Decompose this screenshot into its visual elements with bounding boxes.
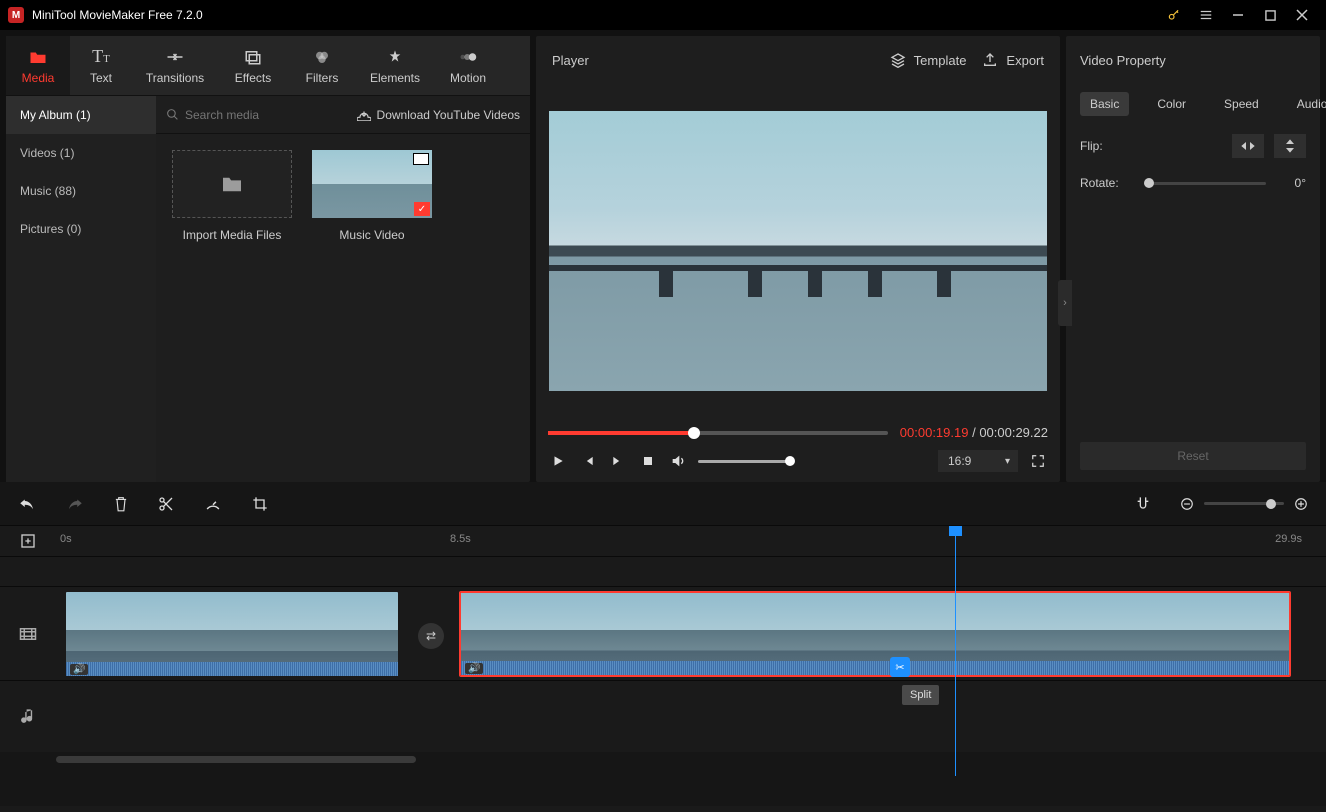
redo-button[interactable] (66, 496, 84, 512)
album-item-pictures[interactable]: Pictures (0) (6, 210, 156, 248)
tab-basic[interactable]: Basic (1080, 92, 1129, 116)
player-title: Player (552, 53, 589, 68)
tab-audio[interactable]: Audio (1287, 92, 1326, 116)
player-panel: Player Template Export (536, 36, 1060, 482)
timeline-panel: 0s 8.5s 29.9s 🔊 ⇄ 🔊 ✂ Split (0, 482, 1326, 806)
speed-button[interactable] (204, 496, 222, 512)
reset-button[interactable]: Reset (1080, 442, 1306, 470)
folder-icon (29, 47, 47, 67)
clip-thumbnail: ✓ (312, 150, 432, 218)
rotate-label: Rotate: (1080, 176, 1134, 190)
flip-horizontal-button[interactable] (1232, 134, 1264, 158)
tab-elements[interactable]: Elements (356, 36, 434, 95)
tab-effects[interactable]: Effects (218, 36, 288, 95)
stack-icon (890, 52, 906, 68)
zoom-slider[interactable] (1204, 502, 1284, 505)
rotate-slider[interactable] (1144, 182, 1266, 185)
maximize-button[interactable] (1254, 0, 1286, 30)
transitions-icon (166, 47, 184, 67)
video-preview[interactable] (549, 111, 1047, 391)
speaker-icon: 🔊 (70, 664, 88, 675)
property-panel: Video Property Basic Color Speed Audio F… (1066, 36, 1320, 482)
playhead[interactable] (955, 526, 956, 776)
video-track-icon (0, 587, 56, 680)
split-button[interactable] (158, 496, 174, 512)
album-sidebar: My Album (1) Videos (1) Music (88) Pictu… (6, 96, 156, 482)
media-panel: Media TT Text Transitions Effects Filter… (6, 36, 530, 482)
crop-button[interactable] (252, 496, 268, 512)
property-header: Video Property (1066, 36, 1320, 84)
time-ruler[interactable]: 0s 8.5s 29.9s (56, 526, 1326, 556)
folder-plus-icon (172, 150, 292, 218)
audio-track-body[interactable] (56, 681, 1326, 752)
next-frame-button[interactable] (608, 451, 628, 471)
album-item-myalbum[interactable]: My Album (1) (6, 96, 156, 134)
undo-button[interactable] (18, 496, 36, 512)
elements-icon (387, 47, 403, 67)
titlebar: M MiniTool MovieMaker Free 7.2.0 (0, 0, 1326, 30)
import-media-card[interactable]: Import Media Files (172, 150, 292, 242)
aspect-ratio-select[interactable]: 16:9 (938, 450, 1018, 472)
volume-icon[interactable] (668, 451, 688, 471)
text-icon: TT (92, 47, 110, 67)
close-button[interactable] (1286, 0, 1318, 30)
checkmark-icon: ✓ (414, 202, 430, 216)
prev-frame-button[interactable] (578, 451, 598, 471)
menu-icon[interactable] (1190, 0, 1222, 30)
search-icon (166, 108, 179, 121)
tab-motion[interactable]: Motion (434, 36, 502, 95)
collapse-property-button[interactable]: › (1058, 280, 1072, 326)
zoom-out-button[interactable] (1180, 497, 1194, 511)
tab-speed[interactable]: Speed (1214, 92, 1269, 116)
download-icon (357, 109, 371, 121)
fullscreen-button[interactable] (1028, 451, 1048, 471)
add-track-button[interactable] (0, 533, 56, 549)
download-youtube-button[interactable]: Download YouTube Videos (357, 108, 520, 122)
main-tabs: Media TT Text Transitions Effects Filter… (6, 36, 530, 96)
album-item-music[interactable]: Music (88) (6, 172, 156, 210)
flip-vertical-button[interactable] (1274, 134, 1306, 158)
delete-button[interactable] (114, 496, 128, 512)
effects-icon (244, 47, 262, 67)
stop-button[interactable] (638, 451, 658, 471)
flip-label: Flip: (1080, 139, 1134, 153)
video-badge-icon (413, 153, 429, 165)
export-button[interactable]: Export (982, 52, 1044, 68)
tab-filters[interactable]: Filters (288, 36, 356, 95)
play-button[interactable] (548, 451, 568, 471)
snap-icon[interactable] (1136, 496, 1150, 512)
timecode: 00:00:19.19 / 00:00:29.22 (900, 425, 1048, 440)
split-indicator-icon[interactable]: ✂ (890, 657, 910, 677)
timeline-scrollbar[interactable] (0, 752, 1326, 766)
rotate-value: 0° (1276, 176, 1306, 190)
filters-icon (313, 47, 331, 67)
transition-swap-button[interactable]: ⇄ (418, 623, 444, 649)
tab-text[interactable]: TT Text (70, 36, 132, 95)
key-icon[interactable] (1158, 0, 1190, 30)
template-button[interactable]: Template (890, 52, 967, 68)
timeline-clip-1[interactable]: 🔊 (66, 592, 398, 676)
tab-transitions[interactable]: Transitions (132, 36, 218, 95)
audio-track (0, 680, 1326, 752)
zoom-in-button[interactable] (1294, 497, 1308, 511)
motion-icon (459, 47, 477, 67)
search-input[interactable] (185, 108, 305, 122)
audio-track-icon (0, 681, 56, 752)
minimize-button[interactable] (1222, 0, 1254, 30)
property-tabs: Basic Color Speed Audio (1080, 92, 1306, 116)
media-clip-card[interactable]: ✓ Music Video (312, 150, 432, 242)
seek-slider[interactable] (548, 431, 888, 435)
tab-color[interactable]: Color (1147, 92, 1196, 116)
timeline-clip-2[interactable]: 🔊 (460, 592, 1290, 676)
speaker-icon: 🔊 (465, 663, 483, 674)
video-track: 🔊 ⇄ 🔊 ✂ Split (0, 586, 1326, 680)
tab-media[interactable]: Media (6, 36, 70, 95)
export-icon (982, 52, 998, 68)
album-item-videos[interactable]: Videos (1) (6, 134, 156, 172)
app-logo-icon: M (8, 7, 24, 23)
volume-slider[interactable] (698, 460, 790, 463)
add-track-row (0, 556, 1326, 586)
app-title: MiniTool MovieMaker Free 7.2.0 (32, 8, 203, 22)
